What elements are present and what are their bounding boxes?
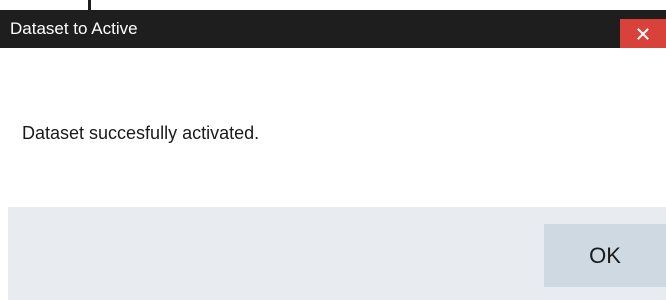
dialog-content: Dataset succesfully activated.	[0, 48, 666, 207]
top-strip-divider	[88, 0, 91, 10]
title-bar[interactable]: Dataset to Active	[0, 10, 666, 48]
dialog-message: Dataset succesfully activated.	[22, 123, 260, 143]
dialog-window: Dataset to Active Dataset succesfully ac…	[0, 0, 666, 300]
close-x-icon	[637, 27, 649, 40]
ok-button[interactable]: OK	[544, 224, 666, 287]
window-title: Dataset to Active	[10, 19, 138, 38]
top-strip	[0, 0, 666, 10]
dialog-footer: OK	[8, 207, 666, 300]
close-button[interactable]	[620, 19, 666, 48]
